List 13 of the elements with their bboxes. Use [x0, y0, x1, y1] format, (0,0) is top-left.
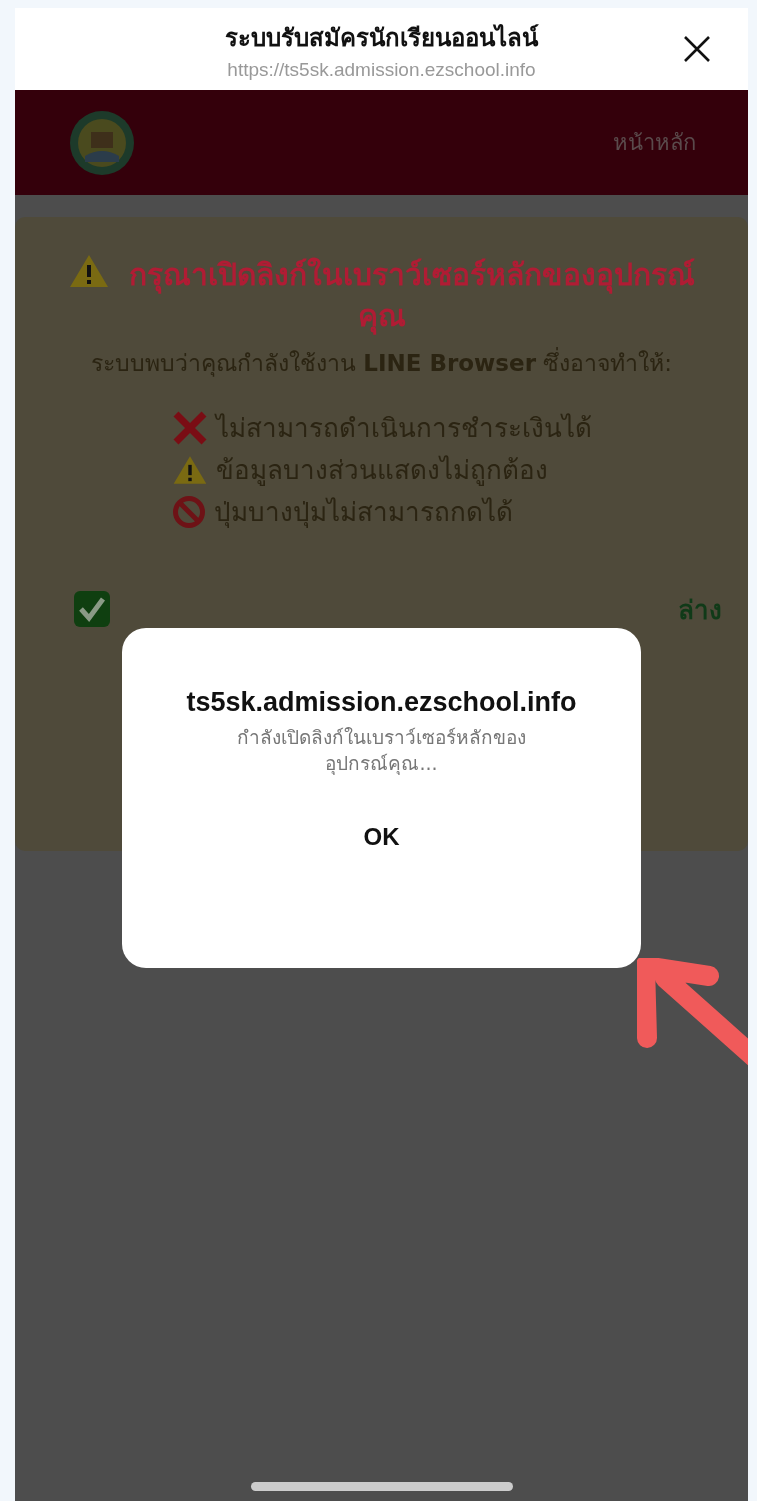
prohibited-icon	[171, 494, 206, 529]
close-icon[interactable]	[682, 34, 712, 64]
page-url: https://ts5sk.admission.ezschool.info	[226, 58, 537, 81]
school-logo-icon	[69, 109, 135, 176]
dialog-message: กำลังเปิดลิงก์ในเบราว์เซอร์หลักของอุปกรณ์คุณ...	[236, 724, 527, 777]
dialog-title: ts5sk.admission.ezschool.info	[185, 686, 578, 719]
cross-icon	[171, 409, 208, 446]
ok-button[interactable]: OK	[333, 816, 430, 857]
checkmark-icon	[73, 590, 111, 628]
warning-icon	[68, 253, 111, 289]
page-title: ระบบรับสมัครนักเรียนออนไลน์	[225, 22, 538, 54]
hint-text: ล่าง	[678, 593, 722, 627]
warning-heading: กรุณาเปิดลิงก์ในเบราว์เซอร์หลักของอุปกรณ์คุณ	[128, 257, 695, 333]
